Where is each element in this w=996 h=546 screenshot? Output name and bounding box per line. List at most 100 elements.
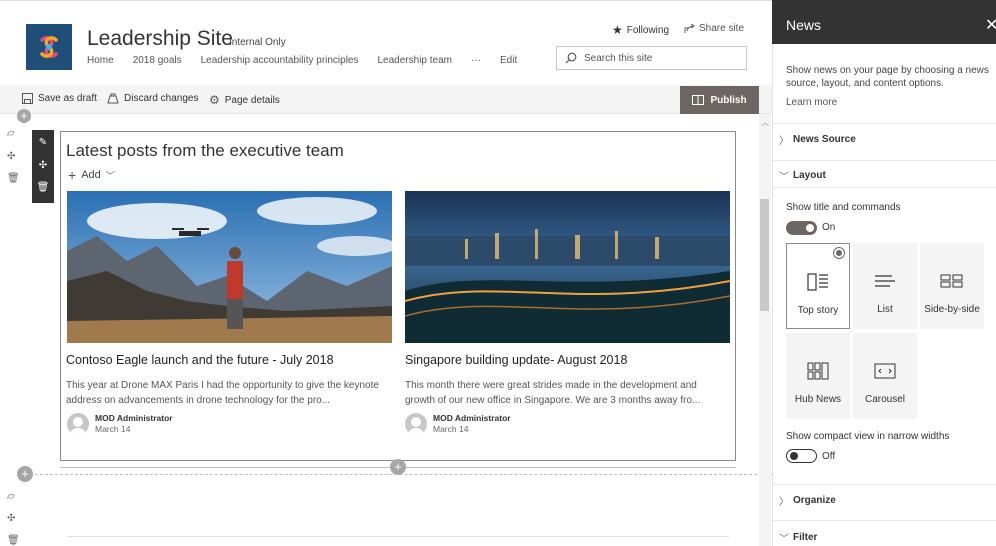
layout-label: List: [877, 304, 893, 315]
section-divider: [772, 187, 996, 188]
filter-section[interactable]: ﹀ Filter: [779, 530, 817, 545]
layout-label: Side-by-side: [924, 304, 980, 315]
layout-option-side-by-side[interactable]: Side-by-side: [920, 243, 984, 329]
webpart-toolbar: ✎ ✣ 🗑: [32, 130, 54, 203]
nav-item-team[interactable]: Leadership team: [378, 55, 453, 66]
property-pane-description: Show news on your page by choosing a new…: [786, 65, 989, 89]
logo-icon: [40, 36, 58, 58]
show-title-state: On: [822, 222, 836, 233]
author-name: MOD Administrator: [95, 413, 173, 423]
section-move-icon[interactable]: ✣: [7, 513, 15, 524]
section-label: Layout: [793, 170, 826, 181]
save-draft-label: Save as draft: [38, 93, 97, 104]
move-icon[interactable]: ✣: [32, 160, 54, 171]
discard-label: Discard changes: [124, 93, 199, 104]
author-name: MOD Administrator: [433, 413, 511, 423]
chevron-down-icon: ﹀: [105, 170, 115, 181]
add-news-button[interactable]: + Add ﹀: [68, 167, 115, 183]
section-move-icon[interactable]: ✣: [7, 151, 15, 162]
delete-icon[interactable]: 🗑: [32, 182, 54, 193]
nav-more-button[interactable]: ···: [471, 55, 481, 66]
close-icon[interactable]: ✕: [985, 15, 996, 35]
post-date: March 14: [95, 424, 131, 434]
discard-changes-button[interactable]: Discard changes: [107, 93, 198, 104]
discard-icon: [107, 93, 119, 104]
page-scrollbar[interactable]: [759, 114, 771, 546]
nav-edit-link[interactable]: Edit: [500, 55, 517, 66]
chevron-right-icon: 〉: [779, 136, 789, 147]
news-post-description: This month there were great strides made…: [405, 380, 701, 406]
page-details-button[interactable]: ⚙ Page details: [209, 93, 280, 107]
news-post-title[interactable]: Contoso Eagle launch and the future - Ju…: [66, 353, 334, 367]
nav-item-goals[interactable]: 2018 goals: [133, 55, 182, 66]
site-nav: Home 2018 goals Leadership accountabilit…: [87, 55, 536, 66]
webpart-title[interactable]: Latest posts from the executive team: [66, 141, 344, 161]
layout-label: Hub News: [794, 394, 842, 405]
side-by-side-icon: [940, 271, 964, 291]
section-label: News Source: [793, 134, 856, 145]
book-icon: [692, 95, 705, 105]
chevron-down-icon: ﹀: [779, 172, 789, 183]
layout-option-top-story[interactable]: Top story: [786, 243, 850, 329]
news-post-title[interactable]: Singapore building update- August 2018: [405, 353, 627, 367]
show-title-toggle[interactable]: [786, 221, 817, 235]
section-delete-icon[interactable]: 🗑: [7, 535, 20, 546]
section-divider: [772, 160, 996, 161]
following-label: Following: [626, 24, 670, 36]
show-title-label: Show title and commands: [786, 202, 901, 213]
section-divider: [772, 123, 996, 124]
scroll-up-icon[interactable]: ︿: [761, 117, 769, 128]
section-delete-icon[interactable]: 🗑: [7, 173, 20, 184]
site-logo[interactable]: [26, 24, 72, 70]
share-label: Share site: [699, 23, 745, 34]
nav-item-home[interactable]: Home: [87, 55, 114, 66]
compact-view-toggle[interactable]: [786, 449, 817, 463]
chevron-right-icon: 〉: [779, 497, 789, 508]
section-divider: [772, 520, 996, 521]
hub-news-icon: [807, 361, 829, 381]
gear-icon: ⚙: [209, 93, 220, 107]
avatar: [405, 413, 427, 435]
layout-option-list[interactable]: List: [853, 243, 917, 329]
share-icon: [684, 23, 695, 33]
news-source-section[interactable]: 〉 News Source: [779, 132, 856, 147]
publish-label: Publish: [710, 94, 747, 106]
save-draft-button[interactable]: Save as draft: [22, 93, 97, 104]
section-edit-icon[interactable]: ▱: [7, 491, 15, 502]
compact-view-state: Off: [822, 451, 836, 462]
property-pane-title: News: [786, 17, 822, 33]
news-image-city[interactable]: [405, 191, 730, 343]
chevron-down-icon: ﹀: [779, 534, 789, 545]
section-edit-icon[interactable]: ▱: [7, 128, 15, 139]
carousel-icon: [874, 361, 896, 381]
compact-view-label: Show compact view in narrow widths: [786, 431, 950, 442]
command-bar: Save as draft Discard changes ⚙ Page det…: [0, 85, 772, 114]
plus-icon: +: [68, 167, 77, 183]
add-label: Add: [81, 169, 101, 181]
section-divider: [20, 474, 772, 475]
layout-option-carousel[interactable]: Carousel: [853, 333, 917, 419]
list-icon: [874, 271, 896, 291]
learn-more-link[interactable]: Learn more: [786, 97, 837, 108]
search-placeholder: Search this site: [584, 52, 653, 64]
pencil-icon[interactable]: ✎: [32, 137, 54, 148]
layout-section[interactable]: ﹀ Layout: [779, 168, 826, 183]
add-webpart-button[interactable]: +: [390, 459, 406, 475]
site-title[interactable]: Leadership Site: [87, 27, 233, 51]
search-input[interactable]: Search this site: [556, 46, 747, 70]
layout-label: Carousel: [864, 394, 906, 405]
top-story-icon: [807, 272, 829, 292]
nav-item-principles[interactable]: Leadership accountability principles: [201, 55, 359, 66]
save-icon: [22, 93, 33, 104]
layout-option-hub-news[interactable]: Hub News: [786, 333, 850, 419]
news-image-drone[interactable]: [67, 191, 392, 343]
organize-section[interactable]: 〉 Organize: [779, 493, 836, 508]
add-section-button[interactable]: +: [17, 466, 33, 482]
section-label: Organize: [793, 495, 836, 506]
share-site-button[interactable]: Share site: [684, 23, 744, 34]
publish-button[interactable]: Publish: [680, 86, 759, 114]
scrollbar-thumb[interactable]: [760, 199, 769, 311]
add-section-top-button[interactable]: +: [17, 109, 31, 123]
avatar: [67, 413, 89, 435]
following-button[interactable]: ★ Following: [612, 23, 669, 37]
